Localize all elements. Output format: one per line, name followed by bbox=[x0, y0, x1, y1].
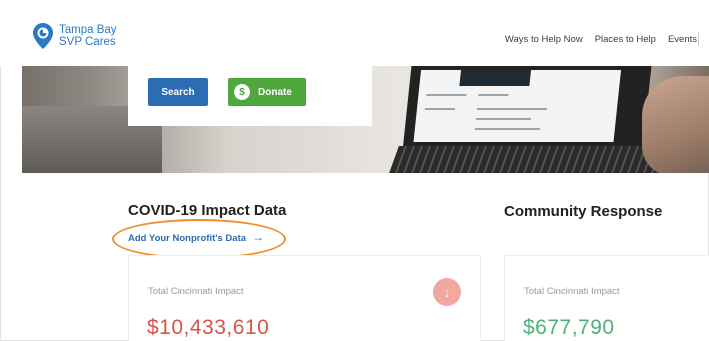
screen-line bbox=[474, 128, 540, 130]
logo-text: Tampa Bay SVP Cares bbox=[59, 24, 117, 48]
donate-button[interactable]: $ Donate bbox=[228, 78, 306, 106]
location-pin-icon bbox=[33, 23, 53, 49]
site-header: Tampa Bay SVP Cares Ways to Help Now Pla… bbox=[0, 0, 709, 66]
site-logo[interactable]: Tampa Bay SVP Cares bbox=[33, 23, 117, 49]
covid-impact-value: $10,433,610 bbox=[147, 316, 270, 339]
nav-divider bbox=[698, 32, 699, 46]
community-response-value: $677,790 bbox=[523, 316, 615, 339]
screen-line bbox=[424, 108, 456, 110]
covid-impact-card: Total Cincinnati Impact ↓ $10,433,610 bbox=[128, 255, 481, 341]
hero-laptop-image bbox=[402, 66, 652, 151]
donate-button-label: Donate bbox=[258, 86, 292, 98]
screen-line bbox=[426, 94, 467, 96]
logo-line-1: Tampa Bay bbox=[59, 24, 117, 36]
community-response-card: Total Cincinnati Impact $677,790 bbox=[504, 255, 709, 341]
screen-line bbox=[476, 108, 548, 110]
hero-person-hand bbox=[642, 76, 709, 173]
search-button-label: Search bbox=[161, 86, 195, 98]
nav-events[interactable]: Events bbox=[668, 34, 697, 45]
laptop-screen bbox=[413, 70, 622, 142]
community-response-title: Community Response bbox=[504, 203, 663, 220]
screen-header-block bbox=[459, 70, 532, 86]
covid-card-label: Total Cincinnati Impact bbox=[148, 286, 244, 297]
arrow-down-icon: ↓ bbox=[433, 278, 461, 306]
dollar-icon: $ bbox=[234, 84, 250, 100]
screen-line bbox=[478, 94, 509, 96]
screen-line bbox=[475, 118, 532, 120]
search-button[interactable]: Search bbox=[148, 78, 208, 106]
hero-banner: Search $ Donate bbox=[22, 66, 709, 173]
nav-places-to-help[interactable]: Places to Help bbox=[595, 34, 656, 45]
main-nav: Ways to Help Now Places to Help Events bbox=[505, 34, 709, 45]
community-card-label: Total Cincinnati Impact bbox=[524, 286, 620, 297]
search-card: Search $ Donate bbox=[128, 66, 372, 126]
covid-impact-title: COVID-19 Impact Data bbox=[128, 202, 287, 219]
highlight-annotation bbox=[112, 219, 286, 259]
nav-ways-to-help-now[interactable]: Ways to Help Now bbox=[505, 34, 583, 45]
logo-line-2: SVP Cares bbox=[59, 36, 116, 48]
laptop-keyboard bbox=[389, 146, 679, 173]
